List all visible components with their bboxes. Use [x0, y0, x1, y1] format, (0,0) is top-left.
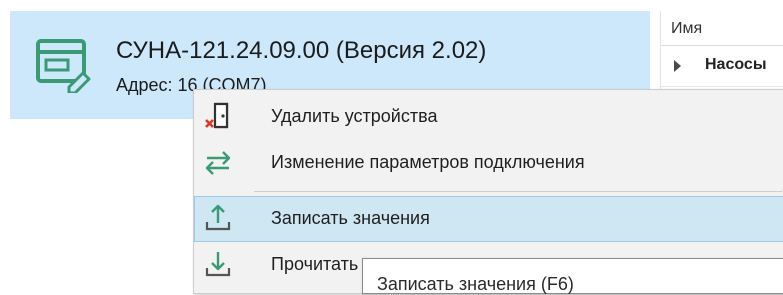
- expand-arrow-icon[interactable]: [674, 60, 681, 72]
- tooltip: Записать значения (F6): [362, 258, 783, 294]
- grid-header[interactable]: Имя: [661, 11, 783, 46]
- row-name: Насосы: [705, 56, 767, 73]
- upload-icon: [205, 204, 231, 231]
- menu-item-delete-devices[interactable]: Удалить устройства: [194, 94, 783, 140]
- menu-item-label: Изменение параметров подключения: [271, 152, 585, 172]
- table-row[interactable]: Насосы: [661, 46, 783, 87]
- menu-item-label: Удалить устройства: [271, 106, 438, 126]
- download-icon: [205, 252, 231, 277]
- menu-separator: [254, 191, 782, 192]
- device-title: СУНА-121.24.09.00 (Версия 2.02): [116, 37, 487, 64]
- swap-arrows-icon: [205, 151, 231, 175]
- device-edit-icon: [36, 39, 91, 93]
- menu-item-label: Записать значения: [271, 208, 430, 228]
- menu-item-label: Прочитать: [271, 254, 359, 274]
- column-header-name: Имя: [671, 20, 703, 37]
- menu-item-change-connection[interactable]: Изменение параметров подключения: [194, 140, 783, 186]
- menu-item-write-values[interactable]: Записать значения: [194, 196, 783, 242]
- delete-device-icon: [205, 102, 229, 129]
